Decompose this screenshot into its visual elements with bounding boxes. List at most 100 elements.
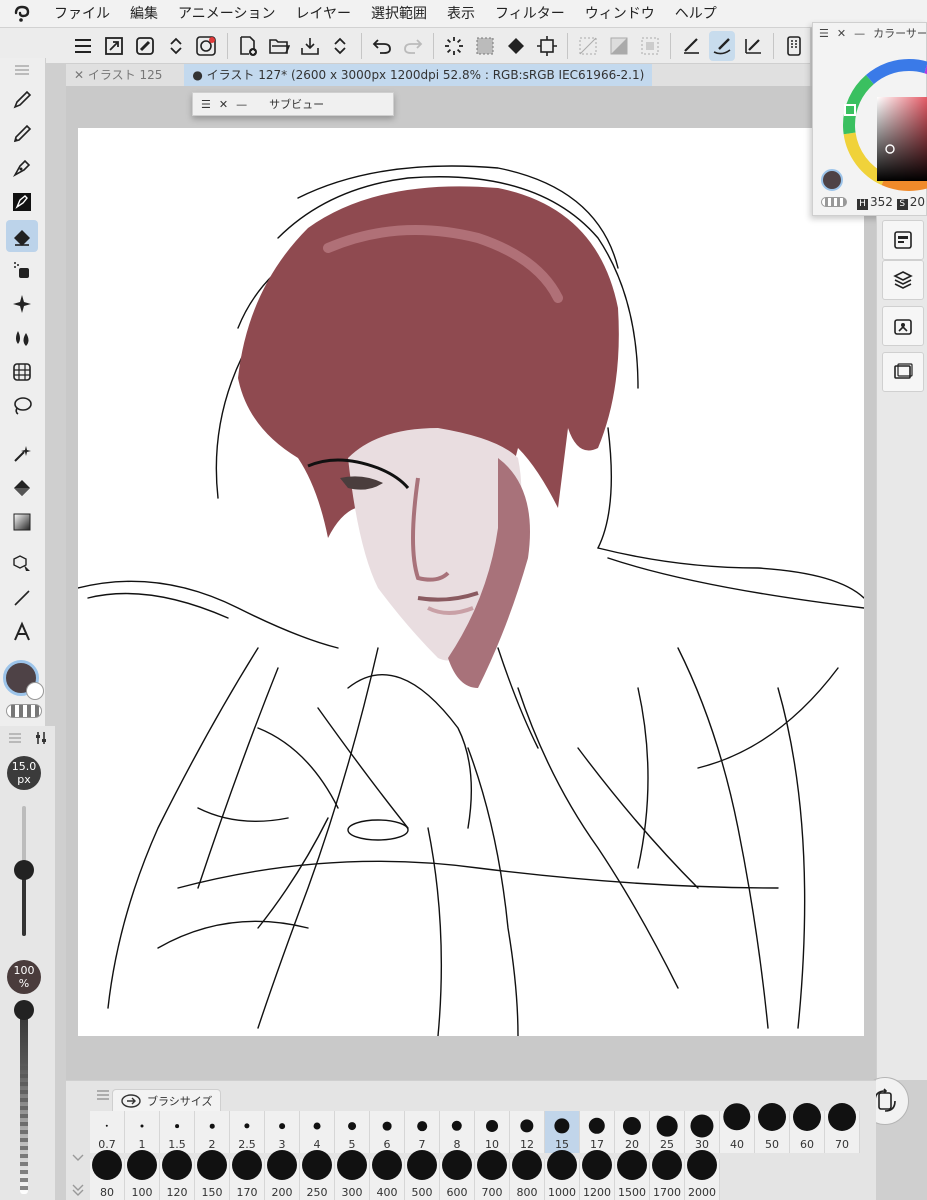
brush-size-option[interactable]: 1 [125,1111,160,1153]
brush-size-option[interactable]: 600 [440,1150,475,1200]
brush-size-option[interactable]: 15 [545,1111,580,1153]
color-circle-panel[interactable]: ☰ ✕ — カラーサークル H352 S20 [812,22,927,216]
panel-menu-icon[interactable]: ☰ [819,27,829,40]
save-button[interactable] [296,31,323,61]
chevron-down-icon[interactable] [72,1153,84,1163]
brush-size-option[interactable]: 30 [685,1111,720,1153]
tool-brush[interactable] [6,152,38,184]
deselect-button[interactable] [575,31,602,61]
menu-window[interactable]: ウィンドウ [575,0,665,28]
brush-size-option[interactable]: 800 [510,1150,545,1200]
tool-sparkle[interactable] [6,288,38,320]
menu-file[interactable]: ファイル [44,0,120,28]
brush-size-option[interactable]: 0.7 [90,1111,125,1153]
close-tab-icon[interactable]: ✕ [74,68,88,82]
brush-size-knob[interactable] [14,860,34,880]
brush-size-option[interactable]: 200 [265,1150,300,1200]
tool-lasso[interactable] [6,390,38,422]
brush-size-option[interactable]: 6 [370,1111,405,1153]
redo-button[interactable] [399,31,426,61]
opacity-slider[interactable] [20,1006,28,1194]
tool-eraser[interactable] [6,220,38,252]
quick-access-expand-button[interactable] [162,31,189,61]
drawing-canvas[interactable] [78,128,864,1036]
close-panel-icon[interactable]: ✕ [219,98,228,111]
new-file-button[interactable] [235,31,262,61]
expand-selection-button[interactable] [636,31,663,61]
tool-auto-select[interactable] [6,438,38,470]
panel-menu-icon[interactable] [11,59,33,81]
brush-size-option[interactable]: 25 [650,1111,685,1153]
brush-size-option[interactable]: 1700 [650,1150,685,1200]
grid-snap-button[interactable] [739,31,766,61]
menu-selection[interactable]: 選択範囲 [361,0,437,28]
brush-size-option[interactable]: 150 [195,1150,230,1200]
brush-size-option[interactable]: 300 [335,1150,370,1200]
panel-menu-icon[interactable]: ☰ [201,98,211,111]
menu-help[interactable]: ヘルプ [665,0,727,28]
panel-menu-icon[interactable] [8,732,22,744]
tool-perspective[interactable] [6,356,38,388]
brush-size-option[interactable]: 3 [265,1111,300,1153]
tool-text[interactable] [6,616,38,648]
undo-button[interactable] [369,31,396,61]
brush-size-option[interactable]: 1.5 [160,1111,195,1153]
brush-size-option[interactable]: 12 [510,1111,545,1153]
brush-size-option[interactable]: 40 [720,1103,755,1153]
tool-liquify[interactable] [6,322,38,354]
menu-filter[interactable]: フィルター [485,0,575,28]
tool-gradient[interactable] [6,506,38,538]
menu-toggle-button[interactable] [70,31,97,61]
brush-size-option[interactable]: 400 [370,1150,405,1200]
brush-size-option[interactable]: 2000 [685,1150,720,1200]
subview-panel[interactable]: ☰ ✕ — サブビュー [192,92,394,116]
select-all-button[interactable] [472,31,499,61]
tool-fill[interactable] [6,472,38,504]
menu-view[interactable]: 表示 [437,0,485,28]
brush-size-badge[interactable]: 15.0 px [7,756,41,790]
brush-size-option[interactable]: 250 [300,1150,335,1200]
transparent-color-swatch[interactable] [6,704,42,718]
tool-blend[interactable] [6,254,38,286]
brush-size-option[interactable]: 60 [790,1103,825,1153]
sub-color-swatch[interactable] [26,682,44,700]
color-wheel[interactable] [837,45,927,193]
minimize-panel-icon[interactable]: — [854,27,865,40]
loading-button[interactable] [441,31,468,61]
brush-size-option[interactable]: 2 [195,1111,230,1153]
navigator-button[interactable] [882,352,924,392]
panel-menu-icon[interactable] [96,1089,110,1101]
brush-size-option[interactable]: 17 [580,1111,615,1153]
brush-size-option[interactable]: 2.5 [230,1111,265,1153]
tool-decoration[interactable] [6,186,38,218]
device-settings-button[interactable] [781,31,808,61]
save-expand-button[interactable] [327,31,354,61]
quick-access-button[interactable] [132,31,159,61]
brush-size-option[interactable]: 500 [405,1150,440,1200]
brush-size-tab[interactable]: ブラシサイズ [112,1089,222,1111]
brush-size-option[interactable]: 1500 [615,1150,650,1200]
fill-button[interactable] [502,31,529,61]
brush-size-option[interactable]: 50 [755,1103,790,1153]
layer-property-button[interactable] [882,220,924,260]
opacity-badge[interactable]: 100 % [7,960,41,994]
invert-selection-button[interactable] [606,31,633,61]
canvas-size-button[interactable] [101,31,128,61]
main-color-preview[interactable] [821,169,843,191]
minimize-panel-icon[interactable]: — [236,98,247,111]
tab-illust-127[interactable]: ● イラスト 127* (2600 x 3000px 1200dpi 52.8%… [184,64,653,86]
ruler-snap-button[interactable] [678,31,705,61]
menu-layer[interactable]: レイヤー [285,0,361,28]
brush-size-option[interactable]: 80 [90,1150,125,1200]
brush-size-option[interactable]: 170 [230,1150,265,1200]
brush-size-option[interactable]: 120 [160,1150,195,1200]
snap-to-special-ruler-button[interactable] [708,30,736,61]
layers-button[interactable] [882,260,924,300]
brush-size-option[interactable]: 1000 [545,1150,580,1200]
app-logo-icon[interactable] [0,0,44,28]
material-button[interactable] [882,306,924,346]
brush-size-option[interactable]: 700 [475,1150,510,1200]
brush-size-option[interactable]: 7 [405,1111,440,1153]
open-button[interactable] [265,31,292,61]
opacity-knob[interactable] [14,1000,34,1020]
